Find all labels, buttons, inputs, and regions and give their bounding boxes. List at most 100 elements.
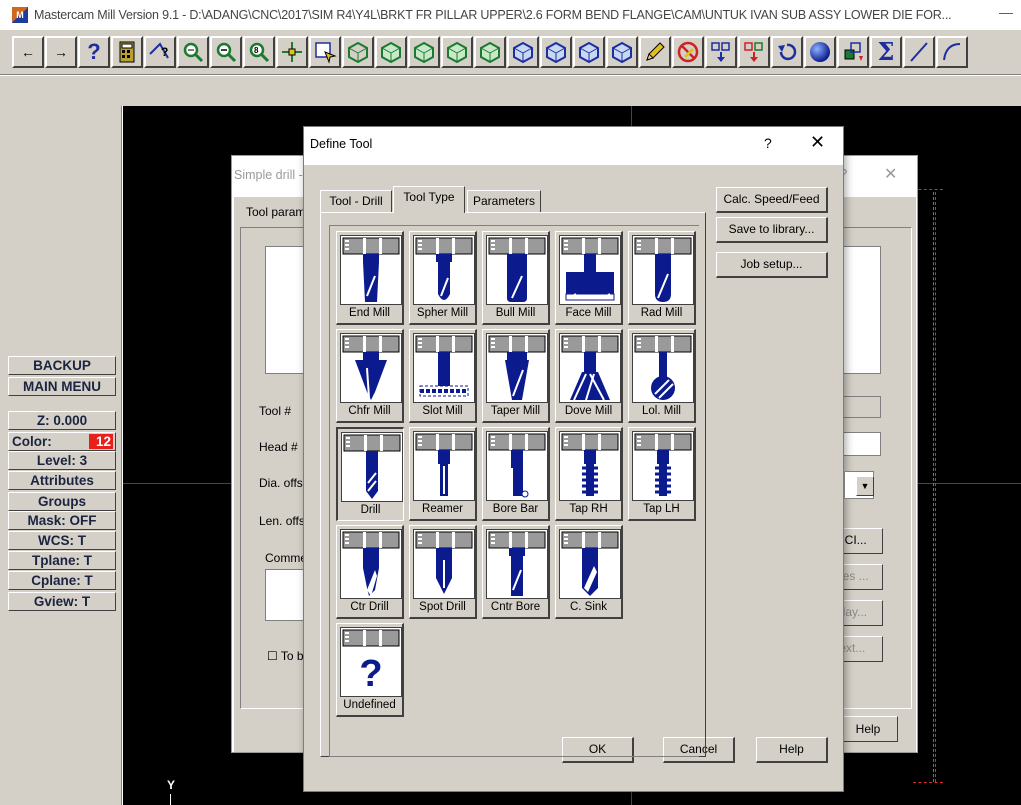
cplane-side-button[interactable] bbox=[573, 36, 605, 68]
z-depth-button[interactable]: Z: 0.000 bbox=[8, 411, 116, 430]
mastercam-app-icon[interactable]: M bbox=[12, 7, 28, 23]
copy-button[interactable] bbox=[738, 36, 770, 68]
clear-colors-button[interactable] bbox=[639, 36, 671, 68]
simple-drill-close-icon[interactable]: ✕ bbox=[884, 164, 897, 184]
tool-type-label: Cntr Bore bbox=[490, 601, 541, 613]
rotate-view-button[interactable] bbox=[342, 36, 374, 68]
save-to-library-button[interactable]: Save to library... bbox=[716, 217, 828, 243]
tool-type-taper-mill-button[interactable]: Taper Mill bbox=[482, 329, 550, 423]
cplane-button[interactable]: Cplane: T bbox=[8, 571, 116, 590]
ctr-drill-tool-icon bbox=[340, 529, 402, 599]
tool-type-lol-mill-button[interactable]: Lol. Mill bbox=[628, 329, 696, 423]
forward-button[interactable]: → bbox=[45, 36, 77, 68]
view-side-button[interactable] bbox=[441, 36, 473, 68]
move-icon bbox=[711, 42, 730, 62]
transform-button[interactable] bbox=[837, 36, 869, 68]
groups-button[interactable]: Groups bbox=[8, 492, 116, 511]
view-iso-button[interactable] bbox=[474, 36, 506, 68]
tool-type-end-mill-button[interactable]: End Mill bbox=[336, 231, 404, 325]
color-button[interactable]: Color: 12 bbox=[8, 432, 116, 451]
tool-type-tap-rh-button[interactable]: Tap RH bbox=[555, 427, 623, 521]
tool-type-label: Spher Mill bbox=[416, 307, 469, 319]
color-swatch: 12 bbox=[89, 434, 113, 449]
define-tool-help-icon[interactable]: ? bbox=[764, 135, 772, 151]
zoom-window-icon bbox=[183, 42, 204, 63]
delete-button[interactable] bbox=[672, 36, 704, 68]
tool-type-bull-mill-button[interactable]: Bull Mill bbox=[482, 231, 550, 325]
cplane-top-button[interactable] bbox=[507, 36, 539, 68]
tool-type-spher-mill-button[interactable]: Spher Mill bbox=[409, 231, 477, 325]
chevron-down-icon[interactable]: ▼ bbox=[856, 476, 874, 496]
tool-type-chfr-mill-button[interactable]: Chfr Mill bbox=[336, 329, 404, 423]
attributes-button[interactable]: Attributes bbox=[8, 471, 116, 490]
arc-icon bbox=[943, 43, 961, 61]
cplane-iso-button[interactable] bbox=[606, 36, 638, 68]
to-batch-checkbox[interactable]: ☐ To b bbox=[267, 649, 304, 663]
y-axis-label: Y bbox=[167, 778, 176, 792]
tool-type-slot-mill-button[interactable]: Slot Mill bbox=[409, 329, 477, 423]
sum-button[interactable]: Σ bbox=[870, 36, 902, 68]
tool-type-label: Lol. Mill bbox=[642, 405, 681, 417]
gview-button[interactable]: Gview: T bbox=[8, 592, 116, 611]
mask-button[interactable]: Mask: OFF bbox=[8, 511, 116, 530]
tool-type-bore-bar-button[interactable]: Bore Bar bbox=[482, 427, 550, 521]
help-button[interactable]: ? bbox=[78, 36, 110, 68]
to-batch-label: To b bbox=[280, 649, 304, 663]
pan-icon bbox=[282, 42, 302, 62]
simple-drill-help-button[interactable]: Help bbox=[838, 716, 898, 742]
undo-button[interactable] bbox=[771, 36, 803, 68]
tab-tool-drill[interactable]: Tool - Drill bbox=[320, 190, 392, 212]
cube-blue-front-icon bbox=[546, 41, 566, 64]
tplane-button[interactable]: Tplane: T bbox=[8, 551, 116, 570]
cube-iso-icon bbox=[480, 41, 500, 64]
side-menu: BACKUP MAIN MENU Z: 0.000 Color: 12 Leve… bbox=[0, 106, 122, 805]
tab-tool-type[interactable]: Tool Type bbox=[393, 186, 465, 213]
prompt-area bbox=[0, 76, 1021, 106]
tool-type-reamer-button[interactable]: Reamer bbox=[409, 427, 477, 521]
arc-button[interactable] bbox=[936, 36, 968, 68]
select-button[interactable] bbox=[309, 36, 341, 68]
tool-type-tap-lh-button[interactable]: Tap LH bbox=[628, 427, 696, 521]
tool-type-panel: End Mill Spher Mill Bull Mill Face Mill … bbox=[320, 212, 706, 757]
tool-type-dove-mill-button[interactable]: Dove Mill bbox=[555, 329, 623, 423]
back-button[interactable]: ← bbox=[12, 36, 44, 68]
analyze-button[interactable]: ? bbox=[144, 36, 176, 68]
reamer-tool-icon bbox=[413, 431, 475, 501]
zoom-window-button[interactable] bbox=[177, 36, 209, 68]
boundary-red-bottom bbox=[913, 782, 943, 783]
zoom-out-button[interactable] bbox=[210, 36, 242, 68]
job-setup-button[interactable]: Job setup... bbox=[716, 252, 828, 278]
tool-type-label: Reamer bbox=[422, 503, 463, 515]
calculator-button[interactable] bbox=[111, 36, 143, 68]
define-tool-close-icon[interactable]: ✕ bbox=[810, 132, 825, 153]
view-top-button[interactable] bbox=[375, 36, 407, 68]
calc-speed-feed-button[interactable]: Calc. Speed/Feed bbox=[716, 187, 828, 213]
tool-type-cntr-bore-button[interactable]: Cntr Bore bbox=[482, 525, 550, 619]
shade-button[interactable] bbox=[804, 36, 836, 68]
tool-type-face-mill-button[interactable]: Face Mill bbox=[555, 231, 623, 325]
tool-type-spot-drill-button[interactable]: Spot Drill bbox=[409, 525, 477, 619]
minimize-button[interactable]: — bbox=[999, 4, 1013, 20]
line-button[interactable] bbox=[903, 36, 935, 68]
tool-type-c-sink-button[interactable]: C. Sink bbox=[555, 525, 623, 619]
cplane-front-button[interactable] bbox=[540, 36, 572, 68]
level-button[interactable]: Level: 3 bbox=[8, 451, 116, 470]
tab-parameters[interactable]: Parameters bbox=[467, 190, 541, 212]
head-number-field[interactable] bbox=[841, 432, 881, 456]
tool-type-label: Taper Mill bbox=[490, 405, 541, 417]
wcs-button[interactable]: WCS: T bbox=[8, 531, 116, 550]
main-menu-button[interactable]: MAIN MENU bbox=[8, 377, 116, 396]
move-button[interactable] bbox=[705, 36, 737, 68]
arrow-left-icon: ← bbox=[21, 44, 35, 60]
taper-mill-tool-icon bbox=[486, 333, 548, 403]
tool-type-drill-button[interactable]: Drill bbox=[336, 427, 404, 521]
tool-type-rad-mill-button[interactable]: Rad Mill bbox=[628, 231, 696, 325]
zoom-scale-button[interactable]: 8 bbox=[243, 36, 275, 68]
tool-type-undefined-button[interactable]: ? Undefined bbox=[336, 623, 404, 717]
tool-number-field[interactable] bbox=[841, 396, 881, 418]
view-front-button[interactable] bbox=[408, 36, 440, 68]
backup-button[interactable]: BACKUP bbox=[8, 356, 116, 375]
tool-type-ctr-drill-button[interactable]: Ctr Drill bbox=[336, 525, 404, 619]
help-button[interactable]: Help bbox=[756, 737, 828, 763]
pan-button[interactable] bbox=[276, 36, 308, 68]
